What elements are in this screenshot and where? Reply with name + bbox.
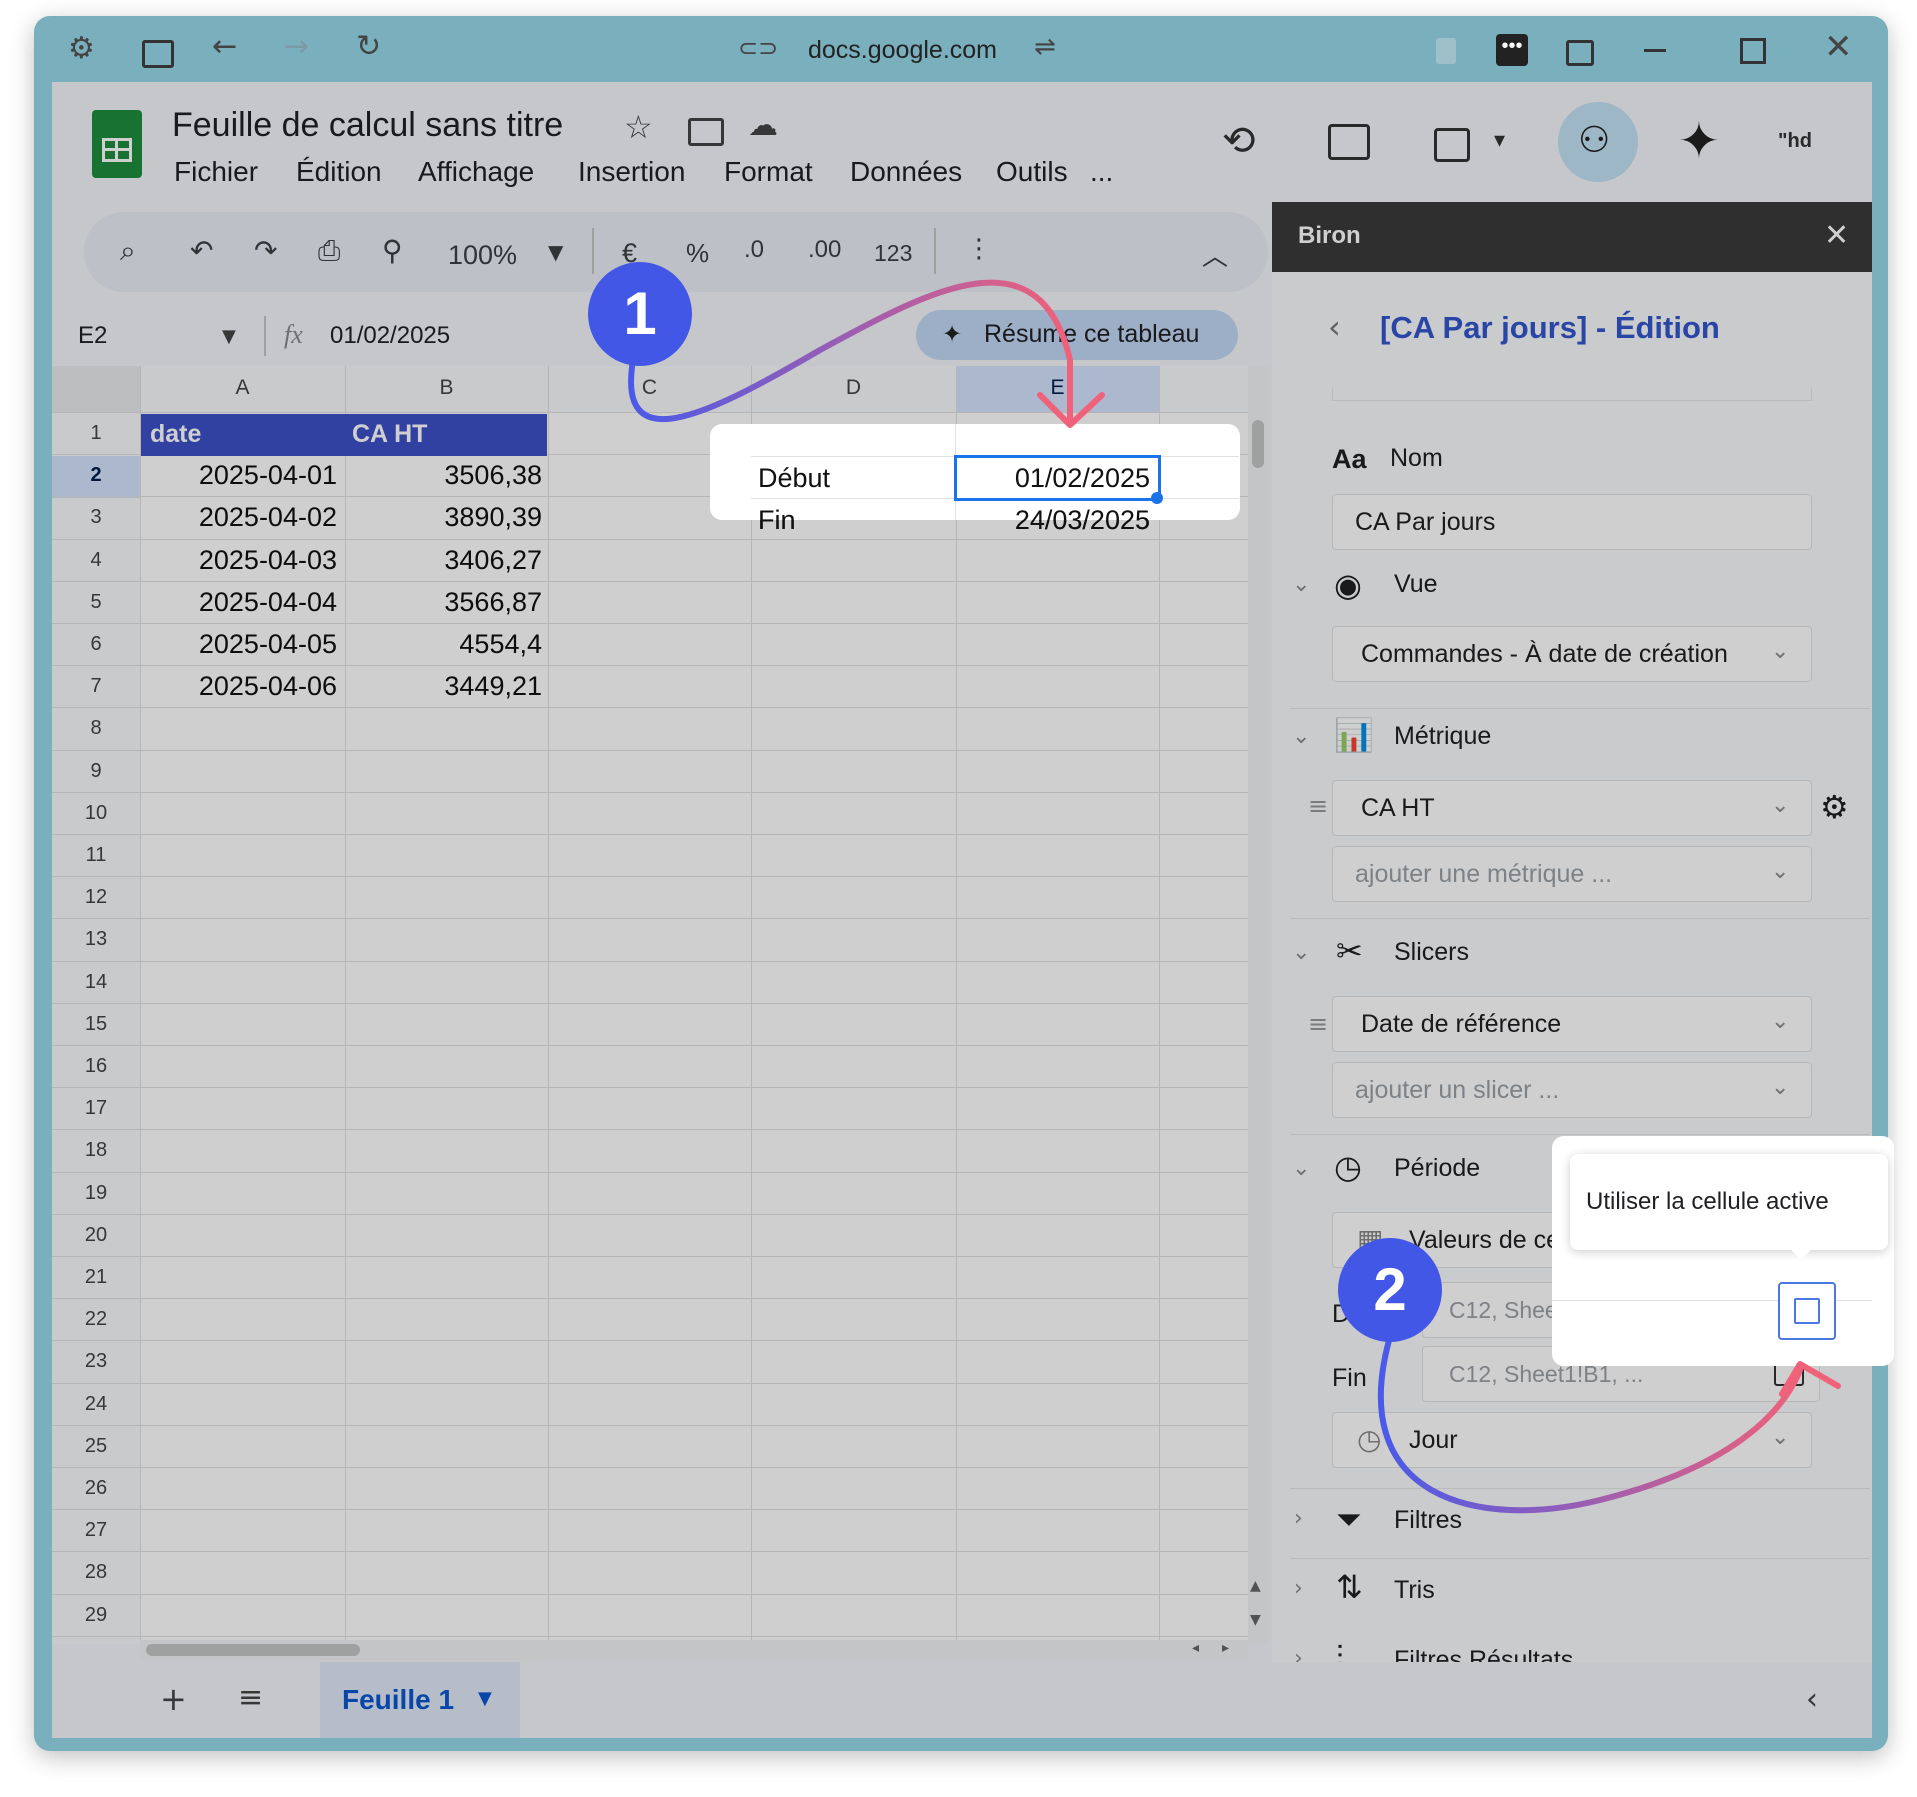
step-1-badge: 1 bbox=[588, 262, 692, 366]
annotation-arrows bbox=[628, 279, 1841, 1514]
step-2-badge: 2 bbox=[1338, 1238, 1442, 1342]
arrow-step-1 bbox=[628, 279, 1073, 423]
arrow-step-2 bbox=[1377, 1327, 1803, 1514]
